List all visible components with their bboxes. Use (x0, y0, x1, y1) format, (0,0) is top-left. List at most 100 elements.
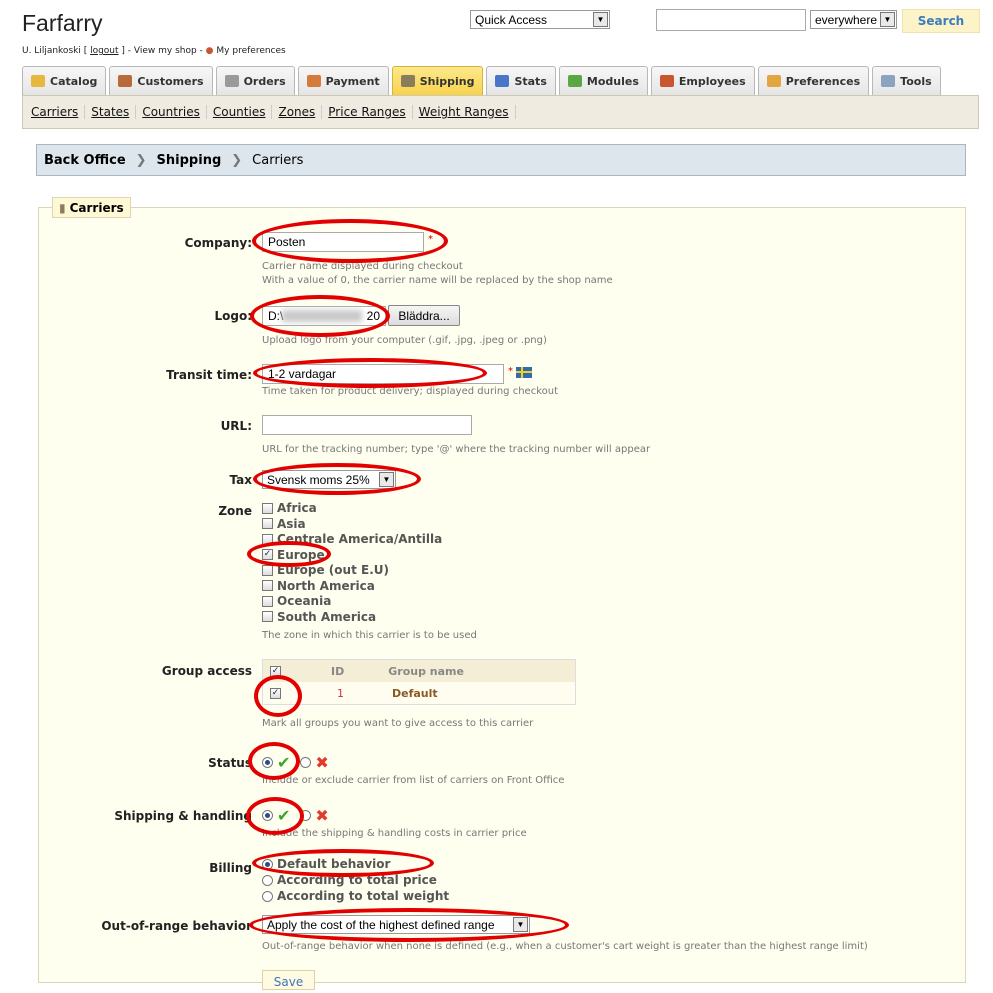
shipping-handling-hint: Include the shipping & handling costs in… (262, 828, 527, 839)
tab-label: Customers (137, 74, 204, 88)
billing-radio[interactable] (262, 890, 273, 902)
group-table: ✓ ID Group name ✓ 1 Default (262, 659, 576, 705)
tax-label: Tax (229, 473, 252, 487)
truck-icon (400, 75, 415, 87)
zone-checkbox[interactable]: ✓ (262, 549, 273, 560)
transit-time-input[interactable]: 1-2 vardagar (262, 364, 504, 384)
logout-link[interactable]: logout (90, 46, 118, 56)
table-row: ✓ 1 Default (263, 682, 575, 704)
list-item: Oceania (262, 594, 331, 608)
my-preferences-link[interactable]: My preferences (216, 46, 285, 56)
out-of-range-select[interactable]: Apply the cost of the highest defined ra… (262, 915, 530, 934)
zone-name: Europe (277, 547, 325, 562)
tab-employees[interactable]: Employees (650, 66, 755, 95)
zone-checkbox[interactable] (262, 580, 273, 591)
search-input[interactable] (656, 9, 806, 31)
subnav-states[interactable]: States (91, 105, 137, 119)
tab-preferences[interactable]: Preferences (757, 66, 870, 95)
quick-access-select[interactable]: Quick Access ▼ (470, 10, 610, 29)
billing-radio[interactable] (262, 874, 273, 886)
tab-payment[interactable]: Payment (297, 66, 389, 95)
billing-radio[interactable] (262, 858, 273, 870)
shipping-handling-no-radio[interactable] (300, 810, 312, 821)
tab-label: Employees (678, 74, 746, 88)
tab-label: Modules (586, 74, 639, 88)
zone-checkbox[interactable] (262, 533, 273, 545)
billing-option-label: Default behavior (277, 857, 391, 871)
company-label: Company: (184, 236, 252, 250)
status-options: ✔ ✖ (262, 753, 329, 772)
group-name: Default (392, 686, 438, 700)
subnav-countries[interactable]: Countries (142, 105, 207, 119)
zone-name: Africa (277, 501, 317, 515)
billing-option: Default behavior (262, 857, 390, 871)
chevron-right-icon: ❯ (231, 152, 243, 168)
billing-option: According to total weight (262, 889, 449, 903)
tax-select[interactable]: Svensk moms 25% ▼ (262, 470, 396, 489)
out-of-range-hint: Out-of-range behavior when none is defin… (262, 941, 868, 952)
check-icon: ✔ (277, 753, 291, 772)
list-item: Africa (262, 501, 317, 515)
tab-catalog[interactable]: Catalog (22, 66, 107, 95)
transit-time-label: Transit time: (166, 368, 252, 382)
url-input[interactable] (262, 415, 472, 435)
subnav-carriers[interactable]: Carriers (31, 105, 86, 119)
zone-checkbox[interactable] (262, 502, 273, 514)
list-item: South America (262, 610, 376, 624)
search-button[interactable]: Search (902, 9, 980, 33)
truck-icon: ▮ (59, 200, 66, 215)
chevron-right-icon: ❯ (135, 152, 147, 168)
col-group-name: Group name (388, 664, 464, 678)
subnav-counties[interactable]: Counties (213, 105, 273, 119)
zone-name: Oceania (277, 594, 332, 608)
group-checkbox[interactable]: ✓ (270, 687, 281, 699)
sweden-flag-icon[interactable] (516, 367, 532, 378)
tab-shipping[interactable]: Shipping (391, 66, 484, 95)
tab-modules[interactable]: Modules (558, 66, 648, 95)
wrench-icon (881, 75, 896, 87)
zone-checkbox[interactable] (262, 518, 273, 529)
required-mark: * (428, 234, 433, 245)
out-of-range-value: Apply the cost of the highest defined ra… (267, 917, 495, 932)
tab-customers[interactable]: Customers (109, 66, 213, 95)
select-all-checkbox[interactable]: ✓ (270, 665, 281, 677)
tab-label: Shipping (419, 74, 475, 88)
zone-name: North America (277, 578, 375, 593)
company-input[interactable]: Posten (262, 232, 424, 252)
pencil-icon (766, 75, 781, 87)
shipping-handling-yes-radio[interactable] (262, 810, 273, 821)
list-item: Centrale America/Antilla (262, 532, 442, 546)
subnav-price-ranges[interactable]: Price Ranges (328, 105, 413, 119)
tab-stats[interactable]: Stats (486, 66, 556, 95)
tab-tools[interactable]: Tools (872, 66, 941, 95)
view-shop-link[interactable]: View my shop (134, 46, 197, 56)
breadcrumb-shipping[interactable]: Shipping (157, 153, 222, 168)
tab-label: Catalog (50, 74, 98, 88)
breadcrumb-carriers: Carriers (252, 152, 304, 168)
status-disabled-radio[interactable] (300, 757, 312, 768)
user-icon (118, 75, 133, 87)
zone-checkbox[interactable] (262, 611, 273, 622)
breadcrumb-back-office[interactable]: Back Office (44, 153, 126, 168)
subnav-zones[interactable]: Zones (278, 105, 323, 119)
billing-label: Billing (209, 861, 252, 875)
zone-name: South America (277, 609, 377, 624)
breadcrumb: Back Office ❯ Shipping ❯ Carriers (36, 144, 966, 176)
group-access-hint: Mark all groups you want to give access … (262, 718, 534, 729)
legend-label: Carriers (69, 200, 124, 215)
search-scope-select[interactable]: everywhere ▼ (810, 10, 897, 29)
zone-checkbox[interactable] (262, 564, 273, 576)
user-name: U. Liljankoski (22, 46, 81, 56)
shop-title: Farfarry (22, 10, 103, 36)
subnav-weight-ranges[interactable]: Weight Ranges (419, 105, 516, 119)
company-hint: Carrier name displayed during checkout (262, 261, 463, 272)
blurred-path (282, 310, 362, 322)
tab-orders[interactable]: Orders (215, 66, 295, 95)
zone-checkbox[interactable] (262, 595, 273, 607)
group-table-header: ✓ ID Group name (263, 660, 575, 682)
save-button[interactable]: Save (262, 970, 315, 990)
url-hint: URL for the tracking number; type '@' wh… (262, 444, 651, 455)
browse-button[interactable]: Bläddra... (388, 305, 460, 326)
status-enabled-radio[interactable] (262, 757, 273, 768)
status-label: Status (208, 756, 252, 770)
